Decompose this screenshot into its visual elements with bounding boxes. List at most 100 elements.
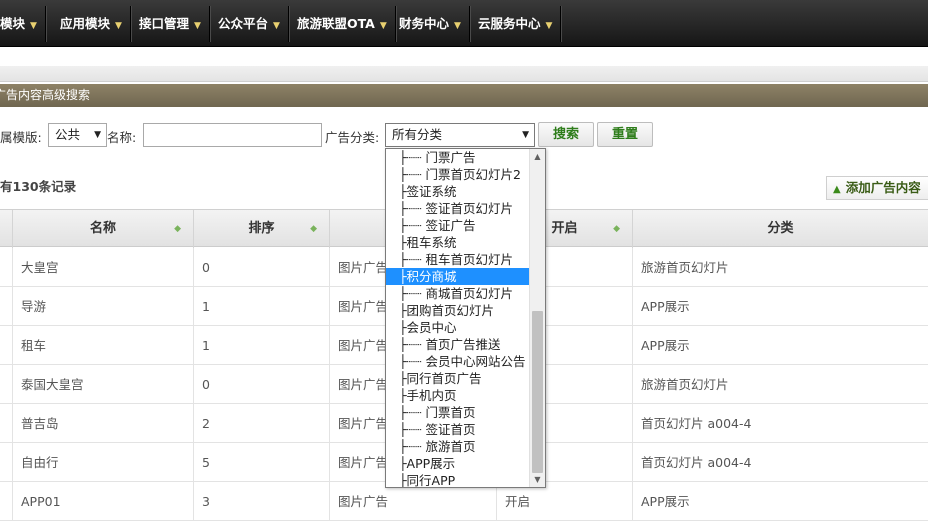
nav-item-modules[interactable]: 模块 ▼: [0, 6, 46, 42]
dropdown-option[interactable]: ├┈┈ 门票首页: [386, 404, 530, 421]
scrollbar-thumb[interactable]: [532, 311, 543, 473]
row-checkbox-cell[interactable]: [0, 365, 12, 404]
nav-item-label: 模块: [0, 16, 26, 31]
dropdown-scrollbar[interactable]: ▲ ▼: [529, 149, 545, 487]
dropdown-option[interactable]: ├┈┈ 门票广告: [386, 149, 530, 166]
name-label: 名称:: [107, 130, 137, 145]
dropdown-option[interactable]: ├同行首页广告: [386, 370, 530, 387]
cell-name: APP01: [12, 482, 193, 521]
search-form: 属模版: 公共 ▼ 名称: 广告分类: 所有分类 ▼ 搜索 重置: [0, 121, 928, 149]
cell-name: 泰国大皇宫: [12, 365, 193, 404]
nav-item-label: 公众平台: [218, 16, 269, 31]
cell-order: 1: [193, 287, 329, 326]
cell-category: APP展示: [632, 482, 928, 521]
section-title-bar: 广告内容高级搜索: [0, 84, 928, 107]
column-header-label: 分类: [767, 221, 794, 236]
dropdown-option[interactable]: ├┈┈ 会员中心网站公告: [386, 353, 530, 370]
dropdown-option[interactable]: ├会员中心: [386, 319, 530, 336]
column-header-label: 排序: [248, 221, 275, 236]
cell-order: 0: [193, 365, 329, 404]
category-select-value: 所有分类: [392, 127, 443, 142]
column-header-label: 名称: [89, 221, 116, 236]
dropdown-option[interactable]: ├手机内页: [386, 387, 530, 404]
nav-item-label: 云服务中心: [478, 16, 541, 31]
dropdown-option[interactable]: ├┈┈ 租车首页幻灯片: [386, 251, 530, 268]
cell-category: APP展示: [632, 287, 928, 326]
template-select[interactable]: 公共 ▼: [48, 123, 107, 147]
template-label: 属模版:: [0, 130, 42, 145]
nav-item-label: 接口管理: [139, 16, 190, 31]
chevron-down-icon: ▼: [273, 21, 280, 31]
chevron-up-icon: ▲: [833, 184, 841, 195]
category-dropdown-list[interactable]: ├┈┈ 门票广告 ├┈┈ 门票首页幻灯片2 ├签证系统 ├┈┈ 签证首页幻灯片 ├┈┈ …: [385, 148, 546, 488]
dropdown-option[interactable]: ├租车系统: [386, 234, 530, 251]
row-checkbox-cell[interactable]: [0, 443, 12, 482]
nav-item-label: 应用模块: [60, 16, 111, 31]
chevron-down-icon: ▼: [94, 130, 101, 140]
cell-order: 2: [193, 404, 329, 443]
chevron-down-icon: ▼: [454, 21, 461, 31]
category-select[interactable]: 所有分类 ▼: [385, 123, 535, 147]
cell-name: 租车: [12, 326, 193, 365]
top-nav: 模块 ▼ 应用模块 ▼ 接口管理 ▼ 公众平台 ▼ 旅游联盟OTA ▼ 财务中心 ▼ 云服务…: [0, 0, 928, 47]
dropdown-option[interactable]: ├签证系统: [386, 183, 530, 200]
cell-category: 旅游首页幻灯片: [632, 248, 928, 287]
column-header-order[interactable]: 排序 ◆: [193, 210, 329, 248]
chevron-down-icon: ▼: [194, 21, 201, 31]
chevron-down-icon: ▼: [522, 130, 529, 140]
dropdown-option[interactable]: ├团购首页幻灯片: [386, 302, 530, 319]
row-checkbox-cell[interactable]: [0, 404, 12, 443]
dropdown-option[interactable]: ├┈┈ 商城首页幻灯片: [386, 285, 530, 302]
row-checkbox-cell[interactable]: [0, 482, 12, 521]
name-input[interactable]: [143, 123, 322, 147]
chevron-down-icon: ▼: [379, 21, 387, 31]
dropdown-option[interactable]: ├积分商城: [386, 268, 530, 285]
column-header-category[interactable]: 分类: [632, 210, 928, 248]
cell-category: 旅游首页幻灯片: [632, 365, 928, 404]
nav-item-ota[interactable]: 旅游联盟OTA ▼: [289, 6, 396, 42]
dropdown-option[interactable]: ├┈┈ 首页广告推送: [386, 336, 530, 353]
chevron-down-icon: ▼: [115, 21, 122, 31]
dropdown-option[interactable]: ├APP展示: [386, 455, 530, 472]
reset-button[interactable]: 重置: [597, 122, 653, 147]
cell-name: 导游: [12, 287, 193, 326]
sort-icon[interactable]: ◆: [174, 210, 181, 248]
add-ad-content-label: 添加广告内容: [845, 180, 921, 195]
column-header-name[interactable]: 名称 ◆: [12, 210, 193, 248]
nav-item-label: 财务中心: [399, 16, 450, 31]
dropdown-option[interactable]: ├┈┈ 签证首页: [386, 421, 530, 438]
nav-item-api[interactable]: 接口管理 ▼: [131, 6, 210, 42]
nav-item-label: 旅游联盟OTA: [297, 16, 375, 31]
cell-order: 0: [193, 248, 329, 287]
cell-order: 5: [193, 443, 329, 482]
dropdown-option[interactable]: ├┈┈ 门票首页幻灯片2: [386, 166, 530, 183]
dropdown-option[interactable]: ├同行APP: [386, 472, 530, 487]
row-checkbox-cell[interactable]: [0, 326, 12, 365]
cell-name: 大皇宫: [12, 248, 193, 287]
section-title: 广告内容高级搜索: [0, 88, 91, 102]
cell-order: 3: [193, 482, 329, 521]
category-label: 广告分类:: [325, 130, 380, 145]
sort-icon[interactable]: ◆: [613, 210, 620, 248]
search-button[interactable]: 搜索: [538, 122, 594, 147]
scroll-up-icon[interactable]: ▲: [530, 149, 545, 164]
dropdown-option[interactable]: ├┈┈ 签证首页幻灯片: [386, 200, 530, 217]
sort-icon[interactable]: ◆: [310, 210, 317, 248]
dropdown-option[interactable]: ├┈┈ 签证广告: [386, 217, 530, 234]
nav-item-app-modules[interactable]: 应用模块 ▼: [52, 6, 131, 42]
template-select-value: 公共: [55, 127, 81, 142]
cell-category: APP展示: [632, 326, 928, 365]
row-checkbox-cell[interactable]: [0, 287, 12, 326]
select-column-header: [0, 210, 12, 248]
dropdown-option[interactable]: ├┈┈ 旅游首页: [386, 438, 530, 455]
nav-item-cloud[interactable]: 云服务中心 ▼: [470, 6, 562, 42]
cell-name: 普吉岛: [12, 404, 193, 443]
nav-item-finance[interactable]: 财务中心 ▼: [391, 6, 470, 42]
scroll-down-icon[interactable]: ▼: [530, 472, 545, 487]
cell-name: 自由行: [12, 443, 193, 482]
nav-item-public-platform[interactable]: 公众平台 ▼: [210, 6, 289, 42]
cell-category: 首页幻灯片 a004-4: [632, 404, 928, 443]
add-ad-content-button[interactable]: ▲ 添加广告内容: [826, 176, 928, 200]
row-checkbox-cell[interactable]: [0, 248, 12, 287]
cell-order: 1: [193, 326, 329, 365]
